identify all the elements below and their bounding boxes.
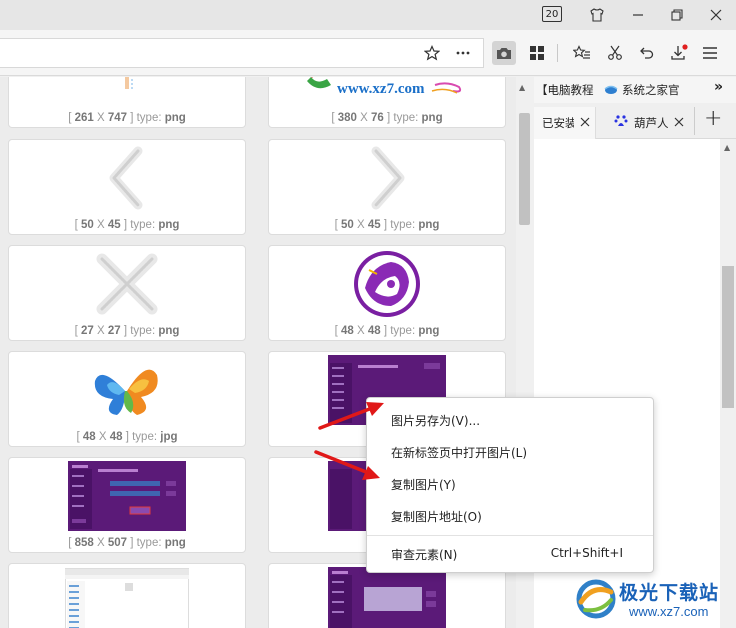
purple-dragon-logo-icon bbox=[354, 251, 420, 317]
close-x-icon bbox=[96, 253, 158, 315]
tab-item[interactable]: 葫芦人 bbox=[606, 107, 688, 139]
image-card[interactable]: [ 858 X 507 ] type: png bbox=[8, 457, 246, 553]
toolbar-divider bbox=[557, 44, 558, 62]
close-icon[interactable] bbox=[704, 4, 728, 26]
scroll-up-arrow-icon[interactable]: ▲ bbox=[724, 143, 730, 152]
undo-icon[interactable] bbox=[635, 41, 659, 65]
image-card[interactable]: [ 50 X 45 ] type: png bbox=[268, 139, 506, 235]
page-scrollbar-thumb[interactable] bbox=[722, 266, 734, 408]
more-bookmarks-icon[interactable]: » bbox=[714, 79, 723, 95]
screenshot-camera-icon[interactable] bbox=[492, 41, 516, 65]
menu-item-open-image-new-tab[interactable]: 在新标签页中打开图片(L) bbox=[391, 444, 527, 461]
image-thumbnail[interactable] bbox=[269, 564, 505, 628]
file-manager-screenshot-thumbnail bbox=[65, 568, 189, 628]
baidu-paw-icon bbox=[614, 114, 628, 131]
watermark-logo: 极光下载站 www.xz7.com bbox=[575, 572, 735, 628]
tab-close-icon[interactable] bbox=[580, 116, 590, 130]
download-icon[interactable] bbox=[667, 41, 691, 65]
image-card[interactable]: [ 48 X 48 ] type: png bbox=[268, 245, 506, 341]
bookmarks-bar: 【电脑教程 系统之家官 » bbox=[534, 77, 736, 103]
watermark-url: www.xz7.com bbox=[629, 604, 709, 619]
app-screenshot-thumbnail bbox=[328, 567, 446, 628]
tab-close-icon[interactable] bbox=[674, 116, 684, 130]
annotation-arrow-save-icon bbox=[318, 402, 384, 430]
minimize-icon[interactable] bbox=[626, 4, 650, 26]
menu-hamburger-icon[interactable] bbox=[698, 41, 722, 65]
image-card[interactable]: [ 50 X 45 ] type: png bbox=[8, 139, 246, 235]
globe-icon bbox=[604, 82, 618, 99]
image-card[interactable]: [ 48 X 48 ] type: jpg bbox=[8, 351, 246, 447]
watermark-title: 极光下载站 bbox=[619, 582, 720, 604]
chevron-right-icon bbox=[371, 146, 405, 210]
annotation-arrow-copy-icon bbox=[314, 450, 380, 480]
favorites-list-icon[interactable] bbox=[570, 41, 594, 65]
image-thumbnail[interactable] bbox=[9, 458, 245, 534]
inspect-shortcut-label: Ctrl+Shift+I bbox=[550, 546, 623, 560]
tab-divider bbox=[694, 107, 695, 135]
menu-item-copy-image-address[interactable]: 复制图片地址(O) bbox=[391, 508, 482, 525]
bookmark-item[interactable]: 系统之家官 bbox=[622, 82, 680, 98]
image-thumbnail[interactable] bbox=[9, 246, 245, 322]
bookmark-item[interactable]: 【电脑教程 bbox=[536, 82, 594, 98]
context-menu: 图片另存为(V)... 在新标签页中打开图片(L) 复制图片(Y) 复制图片地址… bbox=[366, 397, 654, 573]
menu-item-save-image-as[interactable]: 图片另存为(V)... bbox=[391, 412, 480, 429]
image-card[interactable]: [ 261 X 747 ] type: png bbox=[8, 77, 246, 128]
image-card[interactable]: www.xz7.com [ 380 X 76 ] type: png bbox=[268, 77, 506, 128]
menu-item-copy-image[interactable]: 复制图片(Y) bbox=[391, 476, 456, 493]
star-bookmark-icon[interactable] bbox=[420, 41, 444, 65]
image-thumbnail[interactable] bbox=[9, 77, 245, 109]
title-bar: 20 bbox=[0, 0, 736, 30]
image-panel-scrollbar-thumb[interactable] bbox=[519, 113, 530, 225]
tab-strip: 已安装 葫芦人 + bbox=[534, 103, 736, 139]
new-tab-button[interactable]: + bbox=[704, 106, 722, 132]
toolbar bbox=[0, 30, 736, 76]
restore-icon[interactable] bbox=[665, 4, 689, 26]
image-thumbnail[interactable] bbox=[269, 246, 505, 322]
tab-item[interactable]: 已安装 bbox=[534, 107, 596, 139]
svg-text:www.xz7.com: www.xz7.com bbox=[337, 81, 425, 97]
chevron-left-icon bbox=[109, 146, 143, 210]
image-thumbnail[interactable]: www.xz7.com bbox=[269, 77, 505, 109]
image-thumbnail[interactable] bbox=[9, 564, 245, 628]
image-card[interactable]: [ 27 X 27 ] type: png bbox=[8, 245, 246, 341]
menu-item-inspect-element[interactable]: 审查元素(N) bbox=[391, 546, 457, 563]
butterfly-logo-icon bbox=[94, 369, 158, 415]
image-thumbnail[interactable] bbox=[9, 352, 245, 428]
image-card[interactable] bbox=[8, 563, 246, 628]
image-thumbnail[interactable] bbox=[269, 140, 505, 216]
app-screenshot-thumbnail bbox=[68, 461, 186, 531]
scroll-up-arrow-icon[interactable]: ▲ bbox=[519, 83, 525, 92]
address-bar[interactable] bbox=[0, 38, 484, 68]
scissors-icon[interactable] bbox=[603, 41, 627, 65]
tab-count-badge[interactable]: 20 bbox=[542, 6, 562, 22]
image-thumbnail[interactable] bbox=[9, 140, 245, 216]
apps-grid-icon[interactable] bbox=[525, 41, 549, 65]
skin-icon[interactable] bbox=[585, 4, 609, 26]
more-options-icon[interactable] bbox=[451, 41, 475, 65]
menu-separator bbox=[367, 535, 653, 536]
watermark-swirl-icon bbox=[576, 579, 616, 619]
